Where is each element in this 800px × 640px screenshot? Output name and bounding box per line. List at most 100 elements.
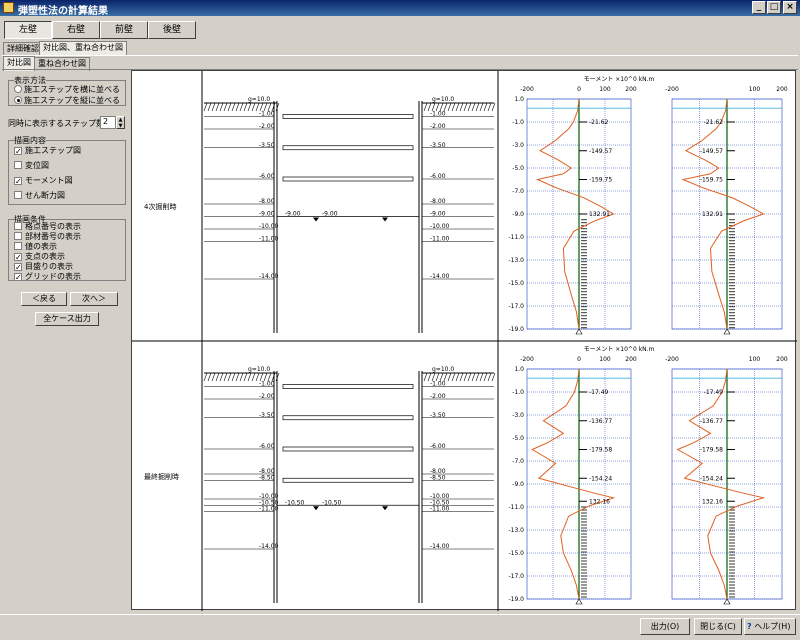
- steps-input[interactable]: 2: [100, 116, 116, 129]
- depth-label: -14.00: [430, 543, 450, 550]
- moment-value-label: -17.49: [704, 389, 724, 396]
- help-button[interactable]: ? ヘルプ(H): [744, 618, 796, 635]
- ground-hatch: [467, 372, 472, 382]
- level-mark: [382, 217, 388, 222]
- y-tick-label: -17.0: [508, 303, 524, 310]
- depth-label: -1.00: [430, 381, 446, 388]
- y-tick-label: 1.0: [514, 96, 524, 103]
- radio-vertical[interactable]: 施工ステップを縦に並べる: [14, 95, 120, 106]
- window-title: 弾塑性法の計算結果: [18, 6, 108, 17]
- next-button[interactable]: 次へ＞: [70, 292, 118, 306]
- case-label: 最終掘削時: [144, 472, 179, 481]
- x-tick-label: 100: [599, 86, 611, 93]
- ground-hatch: [471, 102, 476, 112]
- depth-label: -9.00: [259, 211, 275, 218]
- tab-back-wall[interactable]: 後壁: [148, 21, 196, 39]
- radio-horizontal[interactable]: 施工ステップを横に並べる: [14, 84, 120, 95]
- x-tick-label: 100: [749, 356, 761, 363]
- moment-curve: [681, 98, 765, 330]
- draw-content-checkbox[interactable]: 変位図: [14, 160, 49, 171]
- tab-detail-check[interactable]: 詳細確認: [3, 42, 43, 56]
- depth-label: -6.00: [430, 443, 446, 450]
- close-button[interactable]: 閉じる(C): [694, 618, 742, 635]
- draw-conditions-checkbox[interactable]: ✓ グリッドの表示: [14, 271, 81, 282]
- y-tick-label: -13.0: [508, 527, 524, 534]
- x-tick-label: 0: [577, 86, 581, 93]
- moment-value-label: -154.24: [700, 475, 723, 482]
- excavation-label: -9.00: [322, 211, 338, 218]
- ground-hatch: [203, 372, 208, 382]
- y-tick-label: -17.0: [508, 573, 524, 580]
- surcharge-label: g=10.0: [248, 366, 270, 373]
- moment-value-label: -21.62: [589, 119, 609, 126]
- ground-hatch: [211, 102, 216, 112]
- depth-label: -8.50: [430, 474, 446, 481]
- draw-content-checkbox[interactable]: ✓ 施工ステップ図: [14, 145, 81, 156]
- y-tick-label: -7.0: [512, 458, 524, 465]
- y-tick-label: -11.0: [508, 504, 524, 511]
- ground-hatch: [207, 372, 212, 382]
- ground-hatch: [203, 102, 208, 112]
- ground-hatch: [491, 102, 496, 112]
- surcharge-label: g=10.0: [432, 96, 454, 103]
- tab-comparison[interactable]: 対比図、重ね合わせ図: [39, 41, 127, 56]
- ground-hatch: [491, 372, 496, 382]
- checkbox-label: せん断力図: [25, 191, 65, 200]
- ground-hatch: [247, 102, 252, 112]
- moment-value-label: -136.77: [700, 418, 723, 425]
- ground-hatch: [251, 102, 256, 112]
- y-tick-label: -15.0: [508, 550, 524, 557]
- prev-button[interactable]: ＜戻る: [21, 292, 67, 306]
- surcharge-label: g=10.0: [432, 366, 454, 373]
- moment-value-label: -154.24: [589, 475, 612, 482]
- draw-content-checkbox[interactable]: せん断力図: [14, 190, 65, 201]
- y-tick-label: -9.0: [512, 481, 524, 488]
- tab-right-wall[interactable]: 右壁: [52, 21, 100, 39]
- support-mark: [723, 328, 731, 335]
- moment-value-label: -159.75: [589, 177, 612, 184]
- help-icon: ?: [747, 622, 752, 631]
- depth-label: -11.00: [259, 236, 279, 243]
- y-tick-label: -5.0: [512, 435, 524, 442]
- depth-label: -3.50: [430, 412, 446, 419]
- moment-value-label: 132.91: [589, 211, 610, 218]
- x-tick-label: 200: [776, 86, 788, 93]
- ground-hatch: [219, 372, 224, 382]
- x-tick-label: 100: [749, 86, 761, 93]
- checkbox-label: 支点の表示: [25, 252, 65, 261]
- draw-content-checkbox[interactable]: ✓ モーメント図: [14, 175, 73, 186]
- depth-label: -11.00: [430, 506, 450, 513]
- checkbox-label: グリッドの表示: [25, 272, 81, 281]
- strut: [282, 114, 414, 119]
- minimize-button[interactable]: _: [752, 1, 766, 14]
- strut: [282, 446, 414, 452]
- x-tick-label: 200: [776, 356, 788, 363]
- depth-label: -1.00: [259, 381, 275, 388]
- checkbox-label: 格点番号の表示: [25, 222, 81, 231]
- moment-value-label: -179.58: [700, 447, 723, 454]
- depth-label: -9.00: [430, 211, 446, 218]
- ground-hatch: [451, 102, 456, 112]
- ground-hatch: [219, 102, 224, 112]
- ground-hatch: [239, 372, 244, 382]
- excavation-label: -10.50: [322, 499, 342, 506]
- checkbox-label: モーメント図: [25, 176, 73, 185]
- ground-hatch: [243, 372, 248, 382]
- ground-hatch: [215, 102, 220, 112]
- all-case-output-button[interactable]: 全ケース出力: [35, 312, 99, 326]
- ground-hatch: [231, 372, 236, 382]
- maximize-button[interactable]: □: [767, 1, 781, 14]
- ground-hatch: [463, 102, 468, 112]
- depth-label: -14.00: [259, 543, 279, 550]
- output-button[interactable]: 出力(O): [640, 618, 690, 635]
- steps-spinner[interactable]: ▲ ▼: [116, 116, 125, 129]
- x-tick-label: -200: [665, 86, 679, 93]
- ground-hatch: [227, 372, 232, 382]
- ground-hatch: [215, 372, 220, 382]
- close-window-button[interactable]: ×: [783, 1, 797, 14]
- y-tick-label: -1.0: [512, 119, 524, 126]
- ground-hatch: [447, 372, 452, 382]
- tab-left-wall[interactable]: 左壁: [4, 21, 52, 39]
- ground-hatch: [207, 102, 212, 112]
- tab-front-wall[interactable]: 前壁: [100, 21, 148, 39]
